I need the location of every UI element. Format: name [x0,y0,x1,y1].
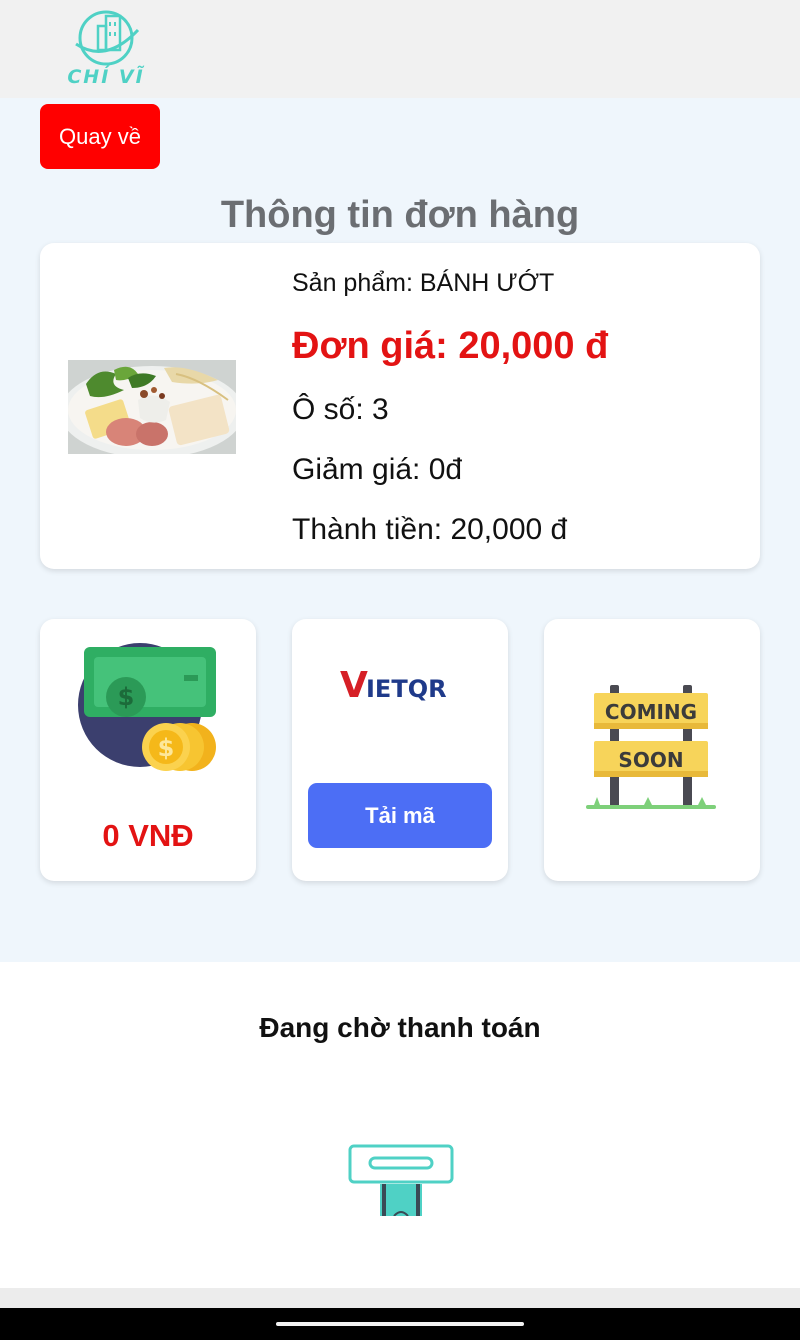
logo-text: CHÍ VĨ [67,66,145,88]
system-navigation-bar [0,1308,800,1340]
payment-status-text: Đang chờ thanh toán [259,1012,541,1043]
svg-text:SOON: SOON [618,748,683,772]
vietqr-logo: V IETQR [340,665,447,706]
back-button[interactable]: Quay về [40,104,160,169]
building-globe-icon [75,10,140,66]
svg-text:COMING: COMING [605,700,697,724]
coming-soon-card: COMING SOON [544,619,760,881]
download-qr-button[interactable]: Tải mã [308,783,492,848]
slot-number: Ô số: 3 [292,393,389,426]
coming-soon-sign-icon: COMING SOON [586,685,716,809]
total-amount: Thành tiền: 20,000 đ [292,513,568,546]
payment-terminal-icon [348,1144,454,1216]
unit-price: Đơn giá: 20,000 đ [292,325,609,367]
cash-coins-icon: $ $ [78,643,216,771]
app-header: CHÍ VĨ [0,0,800,98]
discount: Giảm giá: 0đ [292,453,463,486]
cash-payment-card[interactable]: $ $ 0 VNĐ [40,619,256,881]
vietqr-payment-card[interactable]: V IETQR Tải mã [292,619,508,881]
svg-text:V: V [340,665,368,706]
food-plate-image [68,360,236,454]
payment-status-section: Đang chờ thanh toán [0,962,800,1288]
svg-text:IETQR: IETQR [366,675,447,703]
brand-logo: CHÍ VĨ [62,10,148,90]
product-name: Sản phẩm: BÁNH ƯỚT [292,269,555,297]
svg-text:$: $ [158,734,175,762]
main-content: Quay về Thông tin đơn hàng Sản phẩm: BÁN… [0,98,800,962]
bottom-strip [0,1288,800,1308]
svg-text:$: $ [118,683,135,711]
product-image [68,360,236,454]
cash-amount: 0 VNĐ [102,818,194,853]
page-title: Thông tin đơn hàng [220,194,580,236]
home-indicator[interactable] [276,1322,524,1326]
order-info-card: Sản phẩm: BÁNH ƯỚT Đơn giá: 20,000 đ Ô s… [40,243,760,569]
